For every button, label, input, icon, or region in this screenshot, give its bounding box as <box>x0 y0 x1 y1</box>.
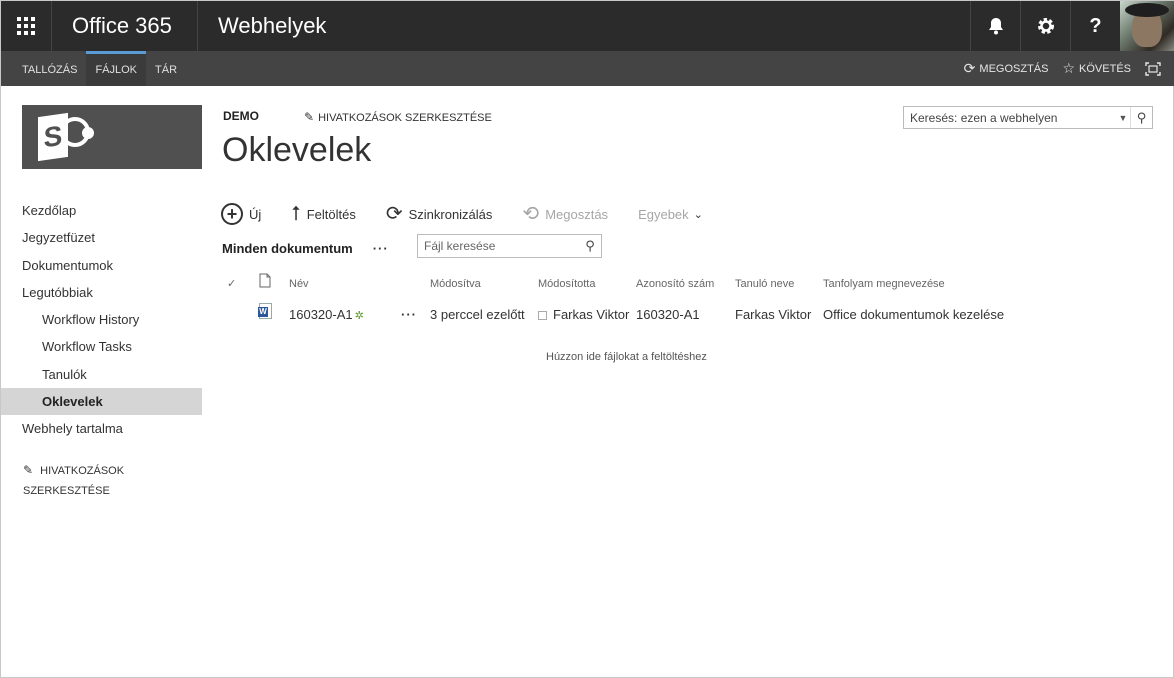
column-header-student[interactable]: Tanuló neve <box>735 273 794 295</box>
edit-links-left-line2: SZERKESZTÉSE <box>23 485 110 497</box>
share-label: Megosztás <box>545 206 609 222</box>
tab-library[interactable]: TÁR <box>146 51 186 86</box>
follow-button[interactable]: ☆ KÖVETÉS <box>1062 60 1131 77</box>
site-search[interactable]: Keresés: ezen a webhelyen ▼ ⚲ <box>903 106 1153 129</box>
share-page-button[interactable]: ⟳ MEGOSZTÁS <box>964 60 1049 77</box>
share-button[interactable]: ⟲ Megosztás <box>522 204 608 224</box>
row-more-icon[interactable]: ··· <box>401 303 417 327</box>
view-more-icon[interactable]: ··· <box>373 241 389 256</box>
edit-links-left-line1: HIVATKOZÁSOK <box>40 465 125 477</box>
focus-mode-button[interactable] <box>1145 61 1161 76</box>
table-cell-course: Office dokumentumok kezelése <box>823 307 1005 322</box>
column-header-modified-by[interactable]: Módosította <box>538 273 595 295</box>
search-input[interactable]: Keresés: ezen a webhelyen <box>904 111 1116 125</box>
file-name-link[interactable]: 160320-A1 <box>289 307 353 322</box>
nav-item-site-contents[interactable]: Webhely tartalma <box>1 415 202 442</box>
follow-label: KÖVETÉS <box>1079 62 1131 75</box>
upload-icon: ⭡ <box>291 203 301 225</box>
breadcrumb[interactable]: DEMO <box>223 109 259 123</box>
help-icon[interactable]: ? <box>1070 1 1120 51</box>
drop-zone-hint[interactable]: Húzzon ide fájlokat a feltöltéshez <box>546 351 707 363</box>
new-label: Új <box>249 206 262 222</box>
table-cell-student: Farkas Viktor <box>735 307 812 322</box>
column-header-course[interactable]: Tanfolyam megnevezése <box>823 273 945 295</box>
page-title: Oklevelek <box>222 131 372 169</box>
sync-icon: ⟳ <box>385 203 403 225</box>
command-bar: + Új ⭡ Feltöltés ⟳ Szinkronizálás ⟲ Mego… <box>221 201 733 227</box>
ribbon: TALLÓZÁS FÁJLOK TÁR ⟳ MEGOSZTÁS ☆ KÖVETÉ… <box>1 51 1174 86</box>
sync-button[interactable]: ⟳ Szinkronizálás <box>386 204 493 224</box>
star-icon: ☆ <box>1062 60 1076 76</box>
share-icon: ⟳ <box>963 60 976 76</box>
suite-bar: Office 365 Webhelyek ? <box>1 1 1174 51</box>
file-search-input[interactable]: Fájl keresése <box>418 239 579 253</box>
nav-item-documents[interactable]: Dokumentumok <box>1 252 202 279</box>
file-search[interactable]: Fájl keresése ⚲ <box>417 234 602 258</box>
app-launcher-icon[interactable] <box>1 1 51 51</box>
tab-browse[interactable]: TALLÓZÁS <box>13 51 86 86</box>
nav-item-home[interactable]: Kezdőlap <box>1 197 202 224</box>
bell-icon[interactable] <box>970 1 1020 51</box>
search-icon[interactable]: ⚲ <box>1130 107 1152 128</box>
quick-launch: Kezdőlap Jegyzetfüzet Dokumentumok Legut… <box>1 197 202 443</box>
share-label: MEGOSZTÁS <box>979 62 1049 75</box>
sharepoint-logo-icon: S <box>38 109 96 165</box>
avatar[interactable] <box>1120 1 1174 51</box>
new-item-icon: ✲ <box>354 310 364 322</box>
nav-item-workflow-tasks[interactable]: Workflow Tasks <box>1 333 202 360</box>
table-row-name[interactable]: 160320-A1 ✲ <box>289 303 364 327</box>
table-cell-modified-by[interactable]: Farkas Viktor <box>538 303 629 327</box>
table-cell-id: 160320-A1 <box>636 307 700 322</box>
nav-item-workflow-history[interactable]: Workflow History <box>1 306 202 333</box>
sync-label: Szinkronizálás <box>408 206 493 222</box>
upload-button[interactable]: ⭡ Feltöltés <box>291 204 356 224</box>
edit-links-top[interactable]: ✎ HIVATKOZÁSOK SZERKESZTÉSE <box>304 110 492 124</box>
site-title[interactable]: Webhelyek <box>197 1 346 51</box>
gear-icon[interactable] <box>1020 1 1070 51</box>
site-logo[interactable]: S <box>22 105 202 169</box>
tab-files[interactable]: FÁJLOK <box>86 51 147 86</box>
brand-title[interactable]: Office 365 <box>51 1 192 51</box>
table-cell-modified: 3 perccel ezelőtt <box>430 307 525 322</box>
chevron-down-icon: ⌄ <box>693 208 703 221</box>
pencil-icon: ✎ <box>23 463 34 477</box>
more-label: Egyebek <box>638 206 689 222</box>
plus-circle-icon: + <box>221 203 243 225</box>
search-icon[interactable]: ⚲ <box>579 238 601 254</box>
nav-item-notebook[interactable]: Jegyzetfüzet <box>1 224 202 251</box>
upload-label: Feltöltés <box>306 206 356 222</box>
nav-item-certificates[interactable]: Oklevelek <box>1 388 202 416</box>
view-selector[interactable]: Minden dokumentum <box>222 241 353 256</box>
nav-item-recent[interactable]: Legutóbbiak <box>1 279 202 306</box>
file-type-header-icon[interactable] <box>259 273 271 295</box>
view-bar: Minden dokumentum ··· <box>222 237 389 259</box>
nav-item-students[interactable]: Tanulók <box>1 361 202 388</box>
share-icon: ⟲ <box>522 203 540 225</box>
column-header-name[interactable]: Név <box>289 273 309 295</box>
more-button[interactable]: Egyebek ⌄ <box>638 207 703 222</box>
edit-links-left[interactable]: ✎ HIVATKOZÁSOK SZERKESZTÉSE <box>23 460 163 501</box>
column-header-id[interactable]: Azonosító szám <box>636 273 714 295</box>
column-header-modified[interactable]: Módosítva <box>430 273 481 295</box>
sharepoint-page: Office 365 Webhelyek ? TALLÓZÁS FÁJLOK T… <box>0 0 1174 678</box>
modified-by-name[interactable]: Farkas Viktor <box>553 307 629 322</box>
edit-links-label: HIVATKOZÁSOK SZERKESZTÉSE <box>318 112 492 124</box>
presence-icon <box>538 311 547 321</box>
new-button[interactable]: + Új <box>221 203 261 225</box>
pencil-icon: ✎ <box>304 110 315 124</box>
word-document-icon <box>258 303 272 327</box>
focus-icon <box>1145 61 1161 76</box>
select-all-checkbox[interactable]: ✓ <box>227 273 236 295</box>
search-scope-dropdown-icon[interactable]: ▼ <box>1116 113 1130 123</box>
